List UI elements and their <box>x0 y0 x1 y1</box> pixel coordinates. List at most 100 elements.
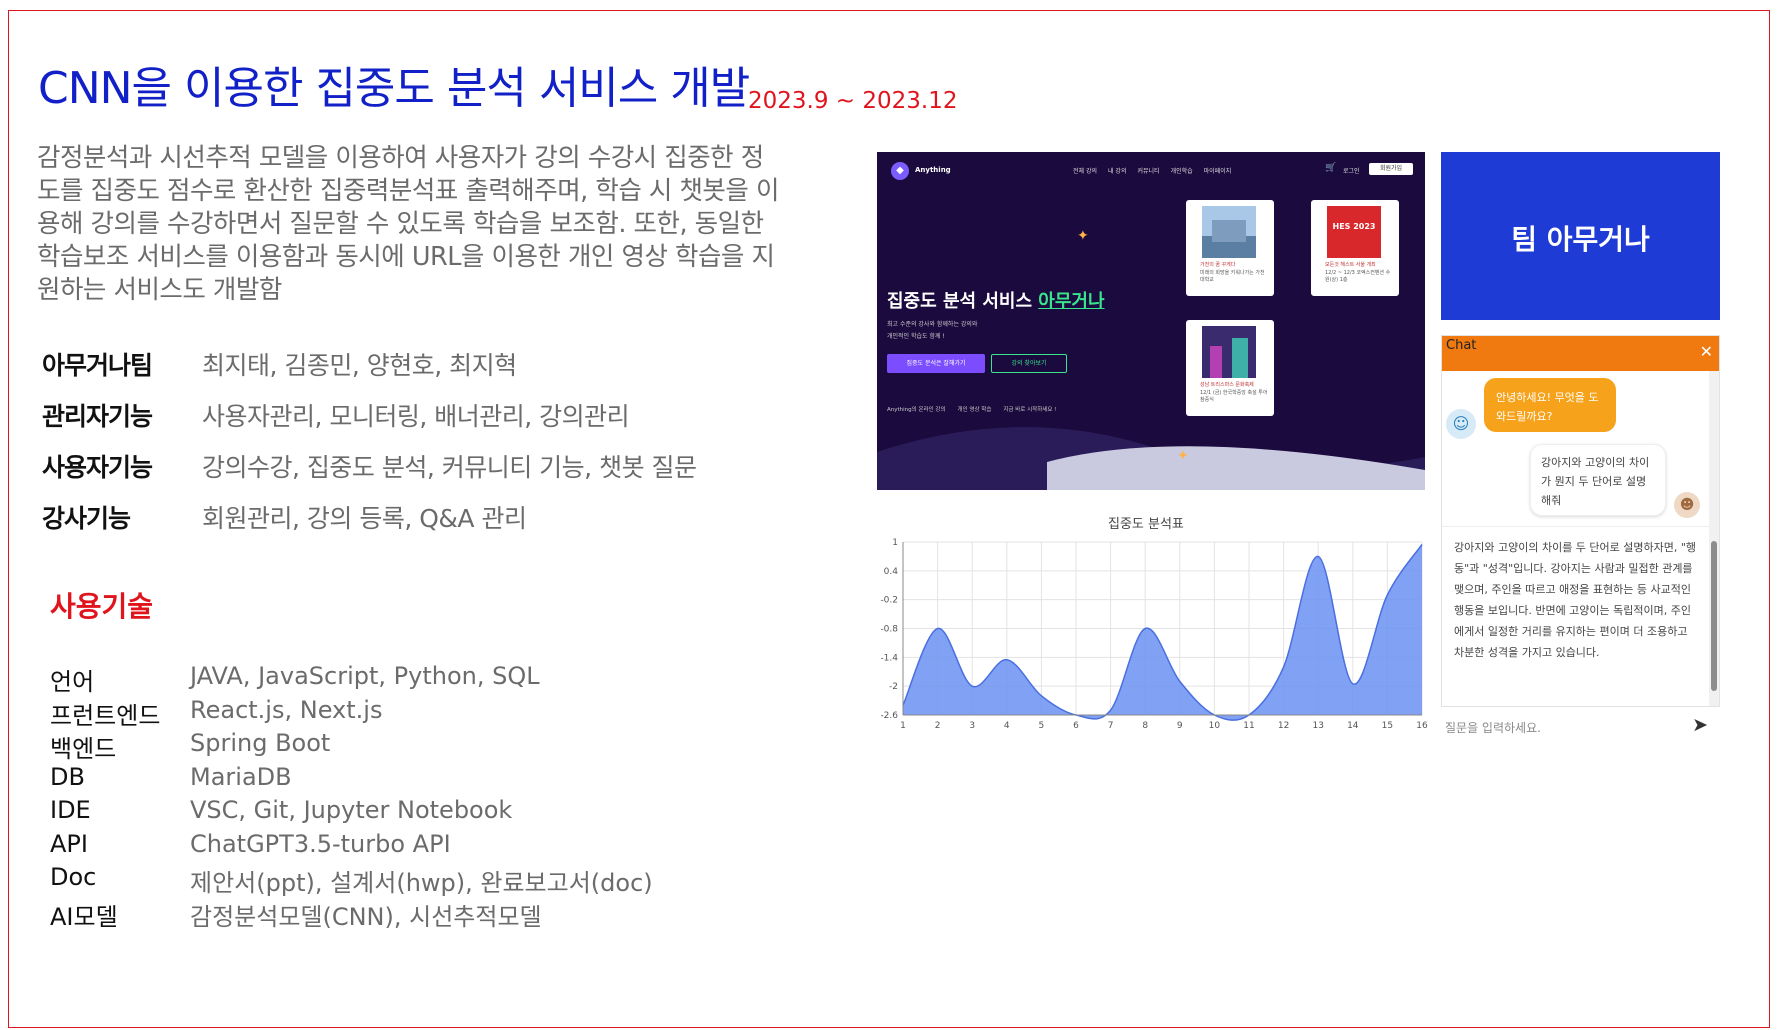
tech-label: 언어 <box>50 668 95 696</box>
hero-title: 집중도 분석 서비스 아무거나 <box>887 287 1105 313</box>
card-subcaption: 미래의 희망을 키워나가는 가천대학교 <box>1200 270 1265 283</box>
x-tick-label: 10 <box>1209 721 1221 731</box>
bot-message: 안녕하세요! 무엇을 도와드릴까요? <box>1484 378 1616 432</box>
nav-item[interactable]: 개인학습 <box>1171 166 1193 175</box>
info-value: 사용자관리, 모니터링, 배너관리, 강의관리 <box>202 402 630 431</box>
y-tick-label: -2.6 <box>880 711 898 721</box>
info-value: 강의수강, 집중도 분석, 커뮤니티 기능, 챗봇 질문 <box>202 453 697 482</box>
info-label: 강사기능 <box>42 504 131 533</box>
feature-list: Anything의 온라인 강의 개인 영상 학습 지금 바로 시작하세요 ! <box>887 405 1056 413</box>
x-tick-label: 6 <box>1073 721 1079 731</box>
chat-widget: Chat ✕ ☺ 안녕하세요! 무엇을 도와드릴까요? 강아지와 고양이의 차이… <box>1441 335 1720 707</box>
chat-input[interactable]: 질문을 입력하세요. ➤ <box>1441 708 1720 744</box>
find-course-button[interactable]: 강의 찾아보기 <box>991 354 1067 373</box>
sparkle-icon: ✦ <box>1177 448 1189 464</box>
chart-title: 집중도 분석표 <box>1108 517 1184 532</box>
tech-label: 백엔드 <box>50 735 117 763</box>
site-nav: 전체 강의 내 강의 커뮤니티 개인학습 마이페이지 <box>1073 166 1231 175</box>
tech-label: Doc <box>50 863 97 891</box>
project-period: 2023.9 ~ 2023.12 <box>748 88 958 114</box>
x-tick-label: 2 <box>935 721 941 731</box>
tech-value: ChatGPT3.5-turbo API <box>190 829 451 858</box>
site-brand[interactable]: Anything <box>915 166 951 174</box>
y-tick-label: 1 <box>892 538 898 548</box>
info-label: 사용자기능 <box>42 453 153 482</box>
info-label: 관리자기능 <box>42 402 153 431</box>
tech-section-title: 사용기술 <box>50 590 154 623</box>
banner-card[interactable]: 가천의 꿈 꾸게다 미래의 희망을 키워나가는 가천대학교 <box>1186 200 1274 296</box>
card-caption: 성남 트리스마스 문화축제 <box>1200 382 1254 388</box>
nav-item[interactable]: 마이페이지 <box>1204 166 1232 175</box>
tech-label: DB <box>50 762 85 791</box>
y-tick-label: -0.2 <box>880 596 898 606</box>
user-message: 강아지와 고양이의 차이가 뭔지 두 단어로 설명해줘 <box>1530 444 1666 516</box>
x-tick-label: 8 <box>1142 721 1148 731</box>
send-icon[interactable]: ➤ <box>1692 714 1708 736</box>
info-value: 최지태, 김종민, 양현호, 최지혁 <box>202 351 517 380</box>
tech-value: React.js, Next.js <box>190 695 383 724</box>
close-icon[interactable]: ✕ <box>1700 342 1713 361</box>
x-tick-label: 5 <box>1039 721 1045 731</box>
card-subcaption: 12/2 ~ 12/3 코엑스컨벤션 수원(상) 1층 <box>1325 270 1391 283</box>
scrollbar-thumb[interactable] <box>1711 541 1717 691</box>
x-tick-label: 14 <box>1347 721 1359 731</box>
description-line: 학습보조 서비스를 이용함과 동시에 URL을 이용한 개인 영상 학습을 지 <box>37 242 775 272</box>
sparkle-icon: ✦ <box>1077 228 1089 244</box>
project-description: 감정분석과 시선추적 모델을 이용하여 사용자가 강의 수강시 집중한 정 도를… <box>37 142 809 307</box>
card-subcaption: 12/1 (금) 한국학중앙 축설 투어 참중식 <box>1200 390 1268 403</box>
cart-icon[interactable]: 🛒 <box>1325 163 1336 173</box>
card-caption: 가천의 꿈 꾸게다 <box>1200 262 1236 268</box>
description-line: 용해 강의를 수강하면서 질문할 수 있도록 학습을 보조함. 또한, 동일한 <box>37 209 764 239</box>
nav-item[interactable]: 내 강의 <box>1108 166 1126 175</box>
tech-value: VSC, Git, Jupyter Notebook <box>190 796 513 824</box>
tech-value: JAVA, JavaScript, Python, SQL <box>190 662 540 690</box>
website-screenshot: ◆ Anything 전체 강의 내 강의 커뮤니티 개인학습 마이페이지 🛒 … <box>877 152 1425 490</box>
login-link[interactable]: 로그인 <box>1343 166 1360 175</box>
signup-button[interactable]: 회원가입 <box>1369 163 1413 175</box>
tech-label: 프런트엔드 <box>50 701 161 730</box>
chat-header: Chat ✕ <box>1442 336 1719 371</box>
tech-value: 제안서(ppt), 설계서(hwp), 완료보고서(doc) <box>190 869 653 897</box>
chat-scrollbar[interactable] <box>1709 371 1719 706</box>
hero-subtitle: 최고 수준의 강사와 함께하는 강의와 개인적인 학습도 함께 ! <box>887 319 1037 343</box>
x-tick-label: 4 <box>1004 721 1010 731</box>
info-value: 회원관리, 강의 등록, Q&A 관리 <box>202 504 527 533</box>
hero-title-prefix: 집중도 분석 서비스 <box>887 291 1039 312</box>
page-title: CNN을 이용한 집중도 분석 서비스 개발 <box>38 63 750 114</box>
x-tick-label: 16 <box>1416 721 1428 731</box>
hero-subtitle-line: 최고 수준의 강사와 함께하는 강의와 <box>887 321 978 328</box>
campus-image <box>1202 206 1256 258</box>
x-tick-label: 1 <box>900 721 906 731</box>
tech-label: API <box>50 829 88 858</box>
site-logo-icon[interactable]: ◆ <box>891 162 909 180</box>
concentration-chart: 10.4-0.2-0.8-1.4-2-2.61 2 3 4 5 6 7 8 9 10 11 12 13 1… <box>880 538 1428 731</box>
card-caption: 모든것 헤스트 서울 개최 <box>1325 262 1376 268</box>
tech-label: AI모델 <box>50 902 118 931</box>
feature-item: Anything의 온라인 강의 <box>887 407 946 413</box>
y-tick-label: -0.8 <box>880 625 898 635</box>
banner-card[interactable]: HES 2023 모든것 헤스트 서울 개최 12/2 ~ 12/3 코엑스컨벤… <box>1311 200 1399 296</box>
chat-input-placeholder[interactable]: 질문을 입력하세요. <box>1445 719 1541 736</box>
x-tick-label: 3 <box>969 721 975 731</box>
nav-item[interactable]: 전체 강의 <box>1073 166 1097 175</box>
x-tick-label: 13 <box>1312 721 1323 731</box>
nav-item[interactable]: 커뮤니티 <box>1137 166 1159 175</box>
info-label: 아무거나팀 <box>42 351 153 380</box>
hero-subtitle-line: 개인적인 학습도 함께 ! <box>887 333 945 340</box>
x-tick-label: 11 <box>1243 721 1254 731</box>
x-tick-label: 15 <box>1382 721 1393 731</box>
analysis-button[interactable]: 집중도 분석은 잘해가기 <box>887 354 985 373</box>
x-tick-label: 12 <box>1278 721 1289 731</box>
x-tick-label: 7 <box>1108 721 1114 731</box>
robot-avatar-icon: ☺ <box>1446 409 1476 439</box>
team-banner: 팀 아무거나 <box>1441 152 1720 320</box>
event-poster-image <box>1327 206 1381 258</box>
tech-value: MariaDB <box>190 762 292 791</box>
x-tick-label: 9 <box>1177 721 1183 731</box>
team-label: 팀 아무거나 <box>1511 223 1650 256</box>
banner-card[interactable]: 성남 트리스마스 문화축제 12/1 (금) 한국학중앙 축설 투어 참중식 <box>1186 320 1274 416</box>
description-line: 감정분석과 시선추적 모델을 이용하여 사용자가 강의 수강시 집중한 정 <box>37 143 764 173</box>
y-tick-label: -1.4 <box>880 653 898 663</box>
feature-item: 지금 바로 시작하세요 ! <box>1003 407 1057 413</box>
feature-item: 개인 영상 학습 <box>957 407 992 413</box>
